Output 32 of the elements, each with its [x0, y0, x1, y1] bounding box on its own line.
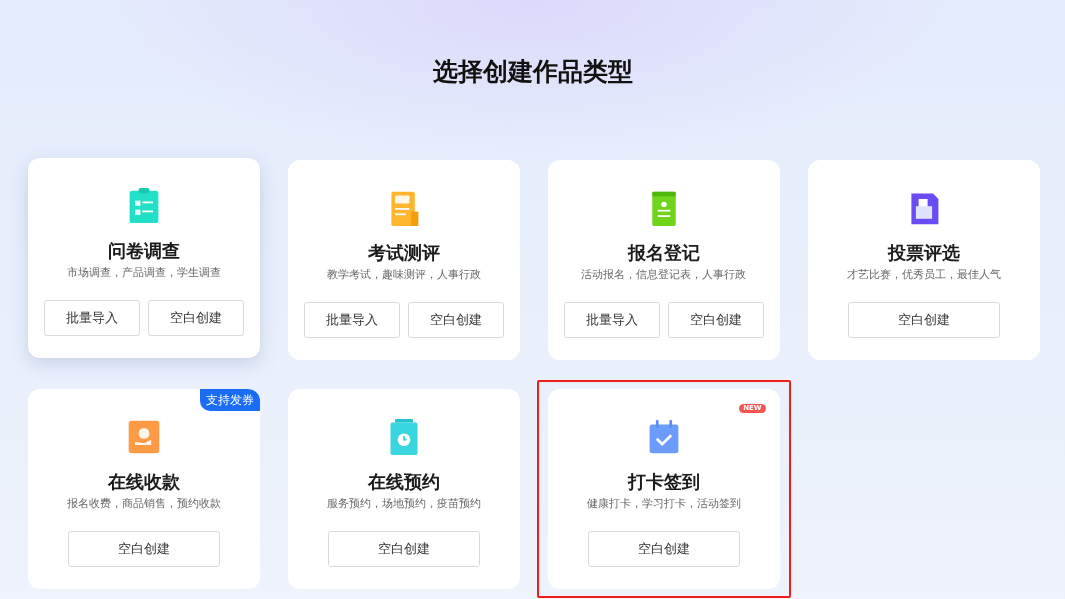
create-button[interactable]: 空白创建	[327, 531, 480, 567]
type-card[interactable]: 支持发券 在线收款 报名收费，商品销售，预约收款 空白创建	[27, 389, 260, 589]
type-card[interactable]: 考试测评 教学考试，趣味测评，人事行政 批量导入 空白创建	[287, 160, 520, 360]
create-button[interactable]: 批量导入	[303, 302, 400, 338]
card-description: 活动报名，信息登记表，人事行政	[581, 267, 746, 283]
create-button[interactable]: 空白创建	[587, 531, 740, 567]
card-description: 健康打卡，学习打卡，活动签到	[586, 496, 741, 512]
type-card[interactable]: 问卷调查 市场调查，产品调查，学生调查 批量导入 空白创建	[27, 158, 260, 358]
create-button[interactable]: 空白创建	[147, 300, 244, 336]
card-title: 打卡签到	[627, 470, 700, 494]
card-title: 投票评选	[887, 241, 960, 265]
corner-badge: 支持发券	[199, 389, 260, 411]
card-title: 问卷调查	[107, 239, 180, 263]
create-button[interactable]: 空白创建	[407, 302, 504, 338]
type-card[interactable]: 投票评选 才艺比赛，优秀员工，最佳人气 空白创建	[807, 160, 1040, 360]
card-title: 在线预约	[367, 470, 440, 494]
card-description: 市场调查，产品调查，学生调查	[66, 265, 221, 281]
create-button[interactable]: 空白创建	[667, 302, 764, 338]
create-button[interactable]: 空白创建	[847, 302, 1000, 338]
card-title: 考试测评	[367, 241, 440, 265]
card-title: 在线收款	[107, 470, 180, 494]
create-button[interactable]: 批量导入	[563, 302, 660, 338]
page-title: 选择创建作品类型	[432, 56, 633, 88]
type-card[interactable]: 在线预约 服务预约，场地预约，疫苗预约 空白创建	[287, 389, 520, 589]
card-description: 报名收费，商品销售，预约收款	[66, 496, 221, 512]
type-card[interactable]: 报名登记 活动报名，信息登记表，人事行政 批量导入 空白创建	[547, 160, 780, 360]
card-title: 报名登记	[627, 241, 700, 265]
card-description: 才艺比赛，优秀员工，最佳人气	[846, 267, 1001, 283]
create-button[interactable]: 批量导入	[43, 300, 140, 336]
card-description: 教学考试，趣味测评，人事行政	[326, 267, 481, 283]
card-description: 服务预约，场地预约，疫苗预约	[326, 496, 481, 512]
create-button[interactable]: 空白创建	[67, 531, 220, 567]
